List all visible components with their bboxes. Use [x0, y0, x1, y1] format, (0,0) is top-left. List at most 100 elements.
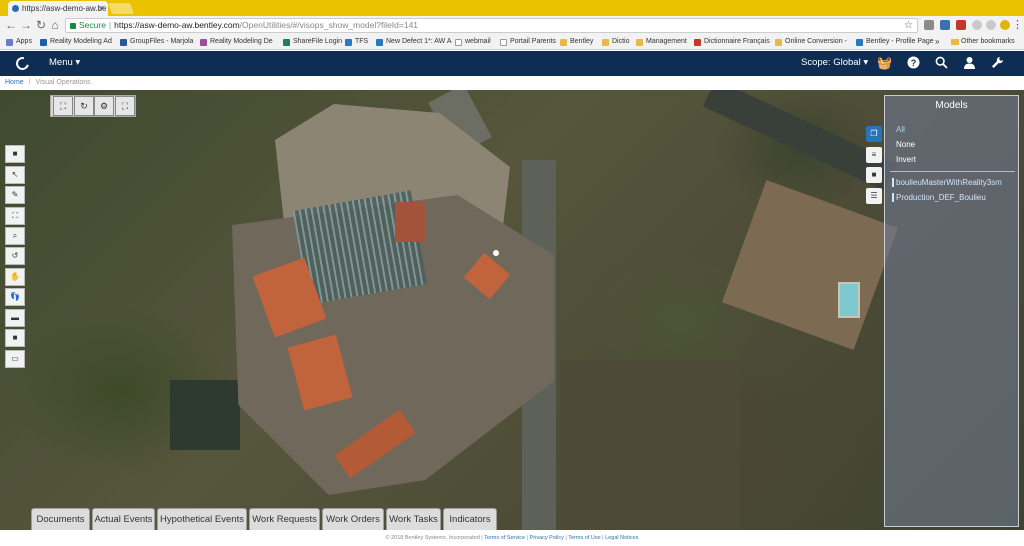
models-tab-icon[interactable]: ❐: [866, 126, 882, 142]
more-bookmarks-button[interactable]: »: [935, 35, 939, 49]
bookmark-item[interactable]: New Defect 1*: AW A: [376, 35, 452, 49]
extension-icon[interactable]: [972, 20, 982, 30]
reload-icon[interactable]: ↻: [34, 18, 48, 32]
bookmark-icon: [694, 39, 701, 46]
folder-icon: [636, 39, 643, 46]
cursor-point: [493, 250, 499, 256]
field: [560, 360, 740, 530]
model-item[interactable]: Production_DEF_Boulieu: [892, 193, 986, 202]
fit-view-icon[interactable]: ⛶: [53, 96, 73, 116]
bookmark-icon: [345, 39, 352, 46]
bookmark-item[interactable]: GroupFiles - Marjola: [120, 35, 193, 49]
folder-icon: [951, 39, 959, 45]
breadcrumb-separator: /: [28, 79, 31, 86]
tab-documents[interactable]: Documents: [31, 508, 90, 530]
tab-actual-events[interactable]: Actual Events: [92, 508, 155, 530]
bookmark-folder[interactable]: Dictio: [602, 35, 630, 49]
menu-button[interactable]: Menu ▾: [49, 57, 80, 68]
bookmark-folder[interactable]: Management: [636, 35, 687, 49]
tab-hypothetical-events[interactable]: Hypothetical Events: [157, 508, 247, 530]
breadcrumb: Home / Visual Operations: [0, 76, 1024, 90]
select-cursor-icon[interactable]: ↖: [5, 166, 25, 184]
pan-hand-icon[interactable]: ✋: [5, 268, 25, 286]
help-icon[interactable]: ?: [906, 56, 920, 70]
folder-icon: [775, 39, 782, 46]
breadcrumb-home-link[interactable]: Home: [5, 79, 24, 86]
bookmark-icon: [200, 39, 207, 46]
bookmark-icon: [40, 39, 47, 46]
browser-tab-strip: https://asw-demo-aw.be ×: [0, 0, 1024, 16]
bookmark-item[interactable]: webmail: [455, 35, 491, 49]
bentley-logo-icon[interactable]: [13, 54, 32, 73]
section-icon[interactable]: ▬: [5, 309, 25, 327]
page-footer: © 2018 Bentley Systems, Incorporated | T…: [0, 530, 1024, 546]
new-tab-button[interactable]: [107, 3, 135, 14]
select-all-models-link[interactable]: All: [896, 125, 905, 134]
bookmark-folder[interactable]: Bentley: [560, 35, 593, 49]
folder-icon: [560, 39, 567, 46]
scope-dropdown[interactable]: Scope: Global ▾: [801, 57, 868, 68]
extension-icon[interactable]: [1000, 20, 1010, 30]
bentley-favicon-icon: [12, 5, 19, 12]
home-icon[interactable]: ⌂: [48, 18, 62, 32]
walk-icon[interactable]: 👣: [5, 288, 25, 306]
settings-gear-icon[interactable]: ⚙: [94, 96, 114, 116]
extension-icon[interactable]: [924, 20, 934, 30]
user-icon[interactable]: [962, 56, 976, 70]
wrench-icon[interactable]: [990, 56, 1004, 70]
terms-of-use-link[interactable]: Terms of Use: [568, 535, 600, 541]
app-header: Menu ▾ Scope: Global ▾ 🧺 ?: [0, 51, 1024, 76]
search-icon[interactable]: [934, 56, 948, 70]
back-icon[interactable]: ←: [4, 18, 18, 32]
pool: [838, 282, 860, 318]
forward-icon[interactable]: →: [19, 18, 33, 32]
extension-icon[interactable]: [940, 20, 950, 30]
other-bookmarks-folder[interactable]: Other bookmarks: [951, 35, 1015, 49]
bookmark-item[interactable]: Reality Modeling De: [200, 35, 273, 49]
terms-of-service-link[interactable]: Terms of Service: [484, 535, 525, 541]
select-none-models-link[interactable]: None: [896, 140, 915, 149]
bookmark-item[interactable]: Bentley - Profile Page: [856, 35, 934, 49]
legal-notices-link[interactable]: Legal Notices: [605, 535, 638, 541]
fit-icon[interactable]: ⛶: [5, 207, 25, 225]
tab-work-orders[interactable]: Work Orders: [322, 508, 384, 530]
cube-icon[interactable]: ■: [5, 145, 25, 163]
browser-tab[interactable]: https://asw-demo-aw.be ×: [8, 1, 108, 16]
svg-text:?: ?: [910, 58, 916, 68]
tab-work-requests[interactable]: Work Requests: [249, 508, 320, 530]
building-roof: [721, 179, 899, 351]
bookmark-folder[interactable]: Online Conversion -: [775, 35, 847, 49]
bookmark-item[interactable]: ShareFile Login: [283, 35, 342, 49]
extension-icon[interactable]: [956, 20, 966, 30]
tab-indicators[interactable]: Indicators: [443, 508, 497, 530]
zoom-icon[interactable]: ⌕: [5, 227, 25, 245]
pencil-icon[interactable]: ✎: [5, 186, 25, 204]
bookmark-star-icon[interactable]: ☆: [904, 19, 913, 32]
address-bar[interactable]: Secure | https://asw-demo-aw.bentley.com/O…: [65, 18, 918, 33]
bookmark-item[interactable]: TFS: [345, 35, 368, 49]
invert-selection-link[interactable]: Invert: [896, 155, 916, 164]
basket-icon[interactable]: 🧺: [877, 56, 892, 70]
properties-icon[interactable]: ■: [866, 167, 882, 183]
close-tab-icon[interactable]: ×: [99, 1, 104, 16]
bookmark-icon: [283, 39, 290, 46]
bookmark-item[interactable]: Apps: [6, 35, 32, 49]
dark-field: [170, 380, 240, 450]
measure-icon[interactable]: ■: [5, 329, 25, 347]
bookmark-item[interactable]: Dictionnaire Français: [694, 35, 770, 49]
privacy-policy-link[interactable]: Privacy Policy: [530, 535, 564, 541]
browser-menu-icon[interactable]: ⋮: [1012, 18, 1023, 31]
tab-work-tasks[interactable]: Work Tasks: [386, 508, 441, 530]
layers-icon[interactable]: ≡: [866, 147, 882, 163]
browser-tab-title: https://asw-demo-aw.be: [22, 4, 107, 13]
rotate-icon[interactable]: ↺: [5, 247, 25, 265]
bookmark-item[interactable]: Reality Modeling Ad: [40, 35, 112, 49]
layers-flat-icon[interactable]: ▭: [5, 350, 25, 368]
list-icon[interactable]: ☰: [866, 188, 882, 204]
window-area-icon[interactable]: ⛶: [115, 96, 135, 116]
extension-icon[interactable]: [986, 20, 996, 30]
bookmark-item[interactable]: Portail Parents: [500, 35, 556, 49]
3d-viewport[interactable]: ⛶ ↻ ⚙ ⛶ ■ ↖ ✎ ⛶ ⌕ ↺ ✋ 👣 ▬ ■ ▭ ❐ ≡ ■ ☰ Mo…: [0, 90, 1024, 530]
rotate-view-icon[interactable]: ↻: [74, 96, 94, 116]
model-item[interactable]: boulieuMasterWithReality3sm: [892, 178, 1002, 187]
